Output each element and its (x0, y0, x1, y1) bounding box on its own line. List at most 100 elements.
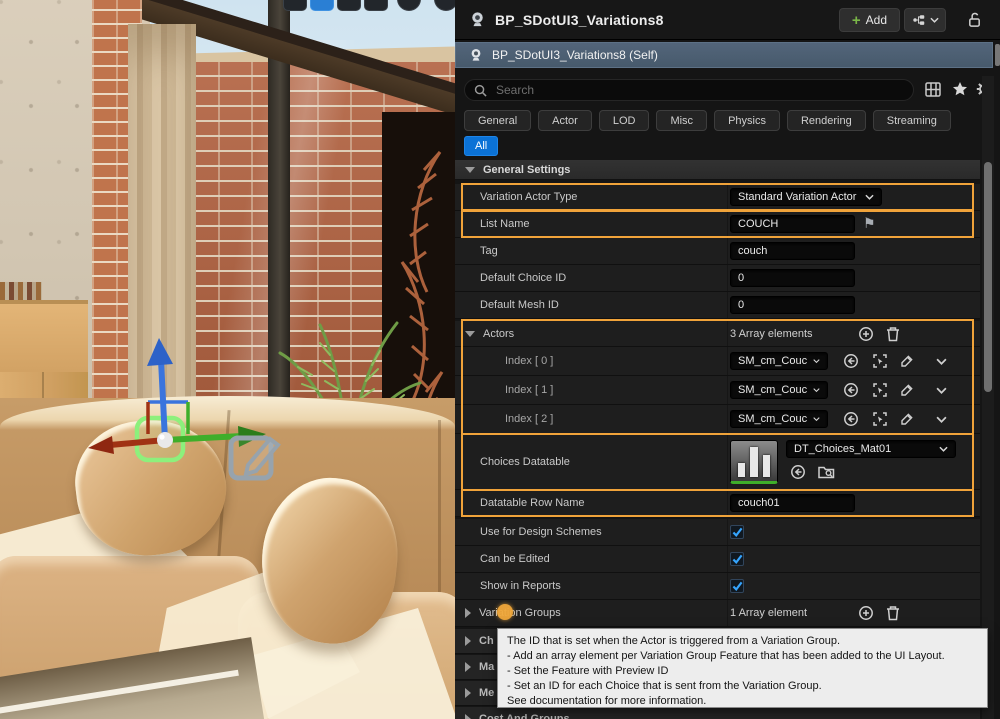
default-choice-id-input[interactable]: 0 (730, 269, 855, 287)
tag-input[interactable]: couch (730, 242, 855, 260)
expand-arrow-icon[interactable] (465, 608, 471, 618)
property-tooltip: The ID that is set when the Actor is tri… (497, 628, 988, 708)
category-general-settings[interactable]: General Settings (455, 160, 980, 180)
flag-icon[interactable]: ⚑ (863, 216, 876, 232)
property-row-use-for-design-schemes: Use for Design Schemes (455, 519, 980, 546)
display-options-button[interactable] (925, 82, 941, 97)
check-icon (732, 554, 743, 564)
search-icon (474, 84, 487, 97)
chevron-down-icon[interactable] (936, 358, 947, 365)
property-row-default-mesh-id: Default Mesh ID 0 (455, 292, 980, 319)
chevron-down-icon[interactable] (936, 416, 947, 423)
show-in-reports-checkbox[interactable] (730, 579, 744, 593)
gizmo-z-axis (161, 360, 165, 440)
filter-actor[interactable]: Actor (538, 110, 592, 131)
use-selected-asset-icon[interactable] (843, 382, 859, 398)
search-box[interactable] (464, 79, 914, 101)
filter-rendering[interactable]: Rendering (787, 110, 866, 131)
level-viewport[interactable] (0, 0, 455, 719)
add-element-icon[interactable] (858, 605, 874, 621)
chevron-down-icon (865, 194, 874, 200)
array-count-label: 3 Array elements (730, 328, 813, 340)
scene-couch-seam (438, 420, 441, 600)
choices-datatable-dropdown[interactable]: DT_Choices_Mat01 (786, 440, 956, 458)
use-for-design-schemes-checkbox[interactable] (730, 525, 744, 539)
pick-actor-icon[interactable] (872, 382, 888, 398)
actor-icon (468, 10, 487, 29)
expand-arrow-icon (465, 714, 471, 719)
add-element-icon[interactable] (858, 326, 874, 342)
node-hierarchy-icon (912, 13, 926, 27)
actor-asset-dropdown[interactable]: SM_cm_Couc (730, 410, 828, 428)
collapse-arrow-icon (465, 167, 475, 173)
variation-actor-type-dropdown[interactable]: Standard Variation Actor (730, 188, 882, 206)
column-view-icon (925, 82, 941, 97)
can-be-edited-checkbox[interactable] (730, 552, 744, 566)
actor-icon (468, 47, 484, 63)
search-input[interactable] (494, 82, 874, 98)
use-selected-asset-icon[interactable] (790, 464, 806, 480)
delete-elements-icon[interactable] (886, 326, 900, 342)
property-row-actors-index-2: Index [ 2 ] SM_cm_Couc ↶ (455, 405, 980, 434)
filter-all[interactable]: All (464, 136, 498, 156)
actor-asset-dropdown[interactable]: SM_cm_Couc (730, 381, 828, 399)
lock-button[interactable] (967, 11, 982, 28)
component-row-label: BP_SDotUI3_Variations8 (Self) (492, 48, 658, 62)
filter-physics[interactable]: Physics (714, 110, 780, 131)
app-window: BP_SDotUI3_Variations8 + Add (0, 0, 1000, 719)
cursor-indicator (497, 604, 513, 620)
eyedropper-icon[interactable] (899, 354, 914, 369)
select-tool-button[interactable] (283, 0, 307, 11)
property-row-choices-datatable: Choices Datatable DT_Choices_Mat01 (455, 434, 980, 490)
default-mesh-id-input[interactable]: 0 (730, 296, 855, 314)
gizmo-center-sphere (157, 432, 173, 448)
use-selected-asset-icon[interactable] (843, 411, 859, 427)
property-row-can-be-edited: Can be Edited (455, 546, 980, 573)
list-name-input[interactable]: COUCH (730, 215, 855, 233)
browse-to-asset-icon[interactable] (818, 464, 835, 480)
expand-arrow-icon (465, 636, 471, 646)
details-header: BP_SDotUI3_Variations8 + Add (455, 0, 1000, 40)
check-icon (732, 581, 743, 591)
eyedropper-icon[interactable] (899, 383, 914, 398)
property-row-actors: Actors 3 Array elements ↶ (455, 321, 980, 347)
pick-actor-icon[interactable] (872, 353, 888, 369)
eyedropper-icon[interactable] (899, 412, 914, 427)
gizmo-x-arrowhead (88, 436, 114, 454)
edit-sprite-icon[interactable] (226, 418, 282, 484)
category-filter-bar: General Actor LOD Misc Physics Rendering… (464, 110, 951, 131)
array-count-label: 1 Array element (730, 607, 807, 619)
component-tree-scrollbar[interactable] (995, 44, 1000, 66)
filter-general[interactable]: General (464, 110, 531, 131)
property-row-variation-actor-type: Variation Actor Type Standard Variation … (455, 184, 980, 211)
property-row-show-in-reports: Show in Reports (455, 573, 980, 600)
favorites-button[interactable] (952, 81, 968, 97)
delete-elements-icon[interactable] (886, 605, 900, 621)
filter-streaming[interactable]: Streaming (873, 110, 951, 131)
datatable-thumbnail[interactable] (730, 440, 778, 484)
plus-icon: + (852, 13, 861, 28)
property-row-actors-index-0: Index [ 0 ] SM_cm_Couc ↶ (455, 347, 980, 376)
component-tree-row-self[interactable]: BP_SDotUI3_Variations8 (Self) (455, 42, 993, 68)
rotate-tool-button[interactable] (337, 0, 361, 11)
filter-lod[interactable]: LOD (599, 110, 650, 131)
filter-misc[interactable]: Misc (656, 110, 707, 131)
pick-actor-icon[interactable] (872, 411, 888, 427)
property-row-actors-index-1: Index [ 1 ] SM_cm_Couc ↶ (455, 376, 980, 405)
blueprint-options-button[interactable] (904, 8, 946, 32)
property-row-list-name: List Name COUCH ⚑ ↶ (455, 211, 980, 238)
move-tool-button[interactable] (310, 0, 334, 11)
datatable-row-name-input[interactable]: couch01 (730, 494, 855, 512)
selected-actor-title: BP_SDotUI3_Variations8 (495, 12, 664, 28)
chevron-down-icon[interactable] (936, 387, 947, 394)
actor-asset-dropdown[interactable]: SM_cm_Couc (730, 352, 828, 370)
add-button-label: Add (866, 13, 887, 27)
property-row-tag: Tag couch ↶ (455, 238, 980, 265)
unlocked-padlock-icon (967, 11, 982, 28)
property-row-variation-groups: Variation Groups 1 Array element ↶ (455, 600, 980, 627)
collapse-arrow-icon[interactable] (465, 331, 475, 337)
use-selected-asset-icon[interactable] (843, 353, 859, 369)
add-component-button[interactable]: + Add (839, 8, 900, 32)
scale-tool-button[interactable] (364, 0, 388, 11)
details-scrollbar-thumb[interactable] (984, 162, 992, 392)
